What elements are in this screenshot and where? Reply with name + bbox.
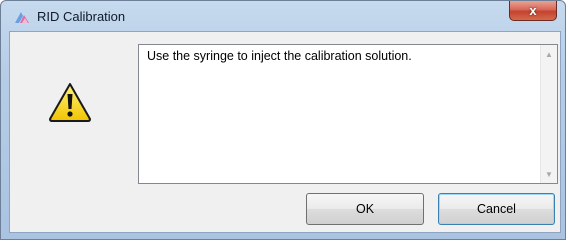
scroll-up-arrow-icon[interactable]: ▲: [541, 46, 557, 62]
scroll-down-arrow-icon[interactable]: ▼: [541, 166, 557, 182]
dialog-body: Use the syringe to inject the calibratio…: [9, 31, 561, 233]
close-icon: x: [529, 3, 537, 18]
calibration-app-icon: [15, 12, 29, 23]
ok-button[interactable]: OK: [306, 193, 424, 225]
title-bar[interactable]: RID Calibration x: [1, 1, 565, 31]
warning-icon: [49, 83, 91, 122]
close-button[interactable]: x: [509, 1, 557, 21]
window-title: RID Calibration: [37, 9, 126, 24]
dialog-window: RID Calibration x Use the syringe to inj…: [0, 0, 566, 240]
vertical-scrollbar[interactable]: ▲ ▼: [540, 45, 557, 183]
message-textbox[interactable]: Use the syringe to inject the calibratio…: [138, 44, 558, 184]
message-text: Use the syringe to inject the calibratio…: [147, 49, 412, 63]
cancel-button[interactable]: Cancel: [438, 193, 555, 225]
